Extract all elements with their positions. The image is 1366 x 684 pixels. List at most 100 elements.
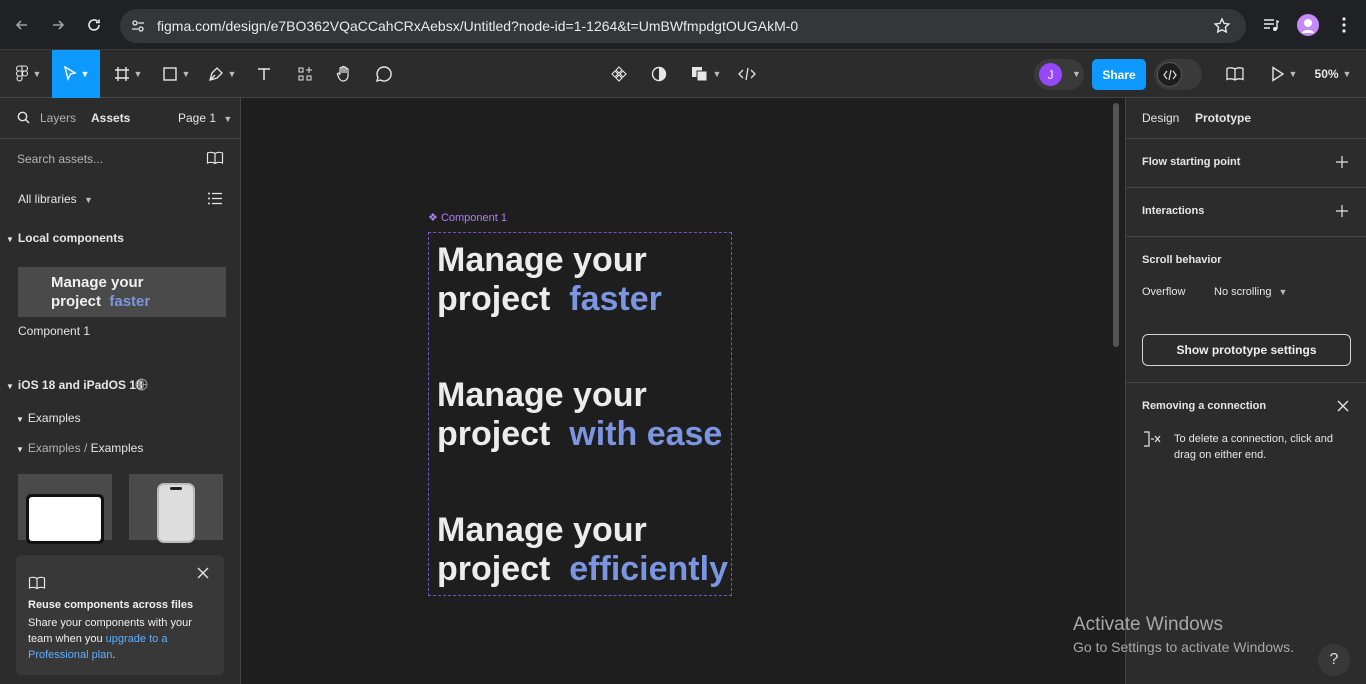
ipad-frame: [26, 494, 104, 544]
page-label: Page 1: [178, 111, 217, 125]
variant-efficiently[interactable]: Manage your project efficiently: [437, 511, 728, 589]
media-control-icon[interactable]: [1262, 16, 1280, 34]
pen-icon: [208, 67, 223, 81]
right-panel: Design Prototype Flow starting point Int…: [1125, 98, 1366, 684]
browser-bar: figma.com/design/e7BO362VQaCCahCRxAebsx/…: [0, 0, 1366, 50]
site-settings-icon[interactable]: [130, 18, 146, 34]
subgroup-parent: Examples /: [27, 441, 88, 455]
component-tool-button[interactable]: [606, 50, 632, 98]
divider: [1126, 187, 1366, 188]
interactions-label: Interactions: [1142, 205, 1205, 217]
move-tool-button[interactable]: ▼: [52, 50, 100, 98]
disconnect-icon: [1143, 431, 1161, 447]
tip-title: Removing a connection: [1142, 400, 1267, 412]
frame-tool-button[interactable]: ▼: [108, 50, 148, 98]
profile-icon[interactable]: [1297, 14, 1319, 36]
scroll-behavior-label: Scroll behavior: [1142, 254, 1222, 266]
comment-tool-button[interactable]: [372, 50, 396, 98]
component-icon: [611, 66, 627, 82]
show-prototype-settings-button[interactable]: Show prototype settings: [1142, 334, 1351, 366]
code-icon: [738, 67, 756, 81]
examples-label: Examples: [27, 411, 81, 425]
iphone-example-thumbnail[interactable]: [129, 474, 223, 543]
variant-line2: project: [437, 280, 551, 318]
variant-line1: Manage your: [437, 241, 647, 279]
thumb-line2: project: [51, 293, 102, 310]
examples-subgroup[interactable]: ▼ Examples / Examples: [16, 441, 143, 455]
help-button[interactable]: ?: [1318, 644, 1350, 676]
variant-line1: Manage your: [437, 511, 647, 549]
mask-tool-button[interactable]: [646, 50, 672, 98]
ipad-example-thumbnail[interactable]: [18, 474, 112, 544]
variant-line2: project: [437, 550, 551, 588]
iphone-frame: [157, 483, 195, 543]
list-view-icon[interactable]: [208, 192, 222, 205]
dev-mode-toggle[interactable]: [1154, 59, 1202, 90]
watermark-subtitle: Go to Settings to activate Windows.: [1073, 639, 1294, 655]
library-book-icon[interactable]: [206, 151, 224, 165]
book-icon: [1226, 67, 1244, 81]
local-components-title: Local components: [17, 231, 124, 245]
search-assets-input[interactable]: Search assets...: [17, 152, 103, 166]
page-selector[interactable]: Page 1 ▼: [178, 111, 232, 125]
browser-menu-icon[interactable]: [1336, 16, 1352, 34]
globe-icon: [135, 378, 148, 391]
bookmark-star-icon[interactable]: [1213, 17, 1231, 35]
tab-assets[interactable]: Assets: [91, 111, 130, 125]
divider: [0, 138, 240, 139]
variant-with-ease[interactable]: Manage your project with ease: [437, 376, 722, 454]
flow-starting-point-label: Flow starting point: [1142, 156, 1241, 168]
canvas-scrollbar[interactable]: [1113, 103, 1119, 347]
play-icon: [1271, 66, 1284, 82]
add-flow-icon[interactable]: [1336, 156, 1348, 168]
overflow-value: No scrolling: [1214, 286, 1272, 298]
component-thumbnail[interactable]: Manage your project faster: [18, 267, 226, 317]
search-icon[interactable]: [17, 111, 30, 124]
boolean-tool-button[interactable]: ▼: [688, 50, 724, 98]
main-menu-button[interactable]: ▼: [8, 50, 48, 98]
divider: [1126, 236, 1366, 237]
all-libraries-dropdown[interactable]: All libraries ▼: [18, 192, 93, 206]
examples-group[interactable]: ▼ Examples: [16, 411, 81, 425]
canvas[interactable]: ❖ Component 1 Manage your project faster…: [241, 98, 1125, 684]
contrast-icon: [651, 66, 667, 82]
variant-faster[interactable]: Manage your project faster: [437, 241, 662, 319]
tab-design[interactable]: Design: [1142, 111, 1179, 125]
component-set-frame[interactable]: Manage your project faster Manage your p…: [428, 232, 732, 596]
component-name[interactable]: Component 1: [18, 324, 90, 338]
avatar[interactable]: J: [1039, 63, 1062, 86]
component-label[interactable]: ❖ Component 1: [428, 211, 507, 224]
close-icon[interactable]: [197, 567, 209, 579]
resources-button[interactable]: [292, 50, 318, 98]
promo-body-end: .: [112, 649, 116, 661]
zoom-dropdown[interactable]: 50% ▼: [1310, 50, 1356, 98]
watermark-title: Activate Windows: [1073, 614, 1223, 635]
address-bar[interactable]: figma.com/design/e7BO362VQaCCahCRxAebsx/…: [120, 9, 1246, 43]
thumb-highlight: faster: [109, 293, 151, 310]
hand-tool-button[interactable]: [332, 50, 356, 98]
multiplayer-avatars[interactable]: J ▼: [1034, 59, 1084, 90]
close-icon[interactable]: [1337, 400, 1349, 412]
tab-layers[interactable]: Layers: [40, 111, 76, 125]
library-button[interactable]: [1222, 50, 1248, 98]
overflow-dropdown[interactable]: No scrolling ▼: [1214, 286, 1287, 298]
forward-icon[interactable]: [46, 13, 70, 37]
local-components-header[interactable]: ▼ Local components: [6, 231, 124, 245]
back-icon[interactable]: [10, 13, 34, 37]
pen-tool-button[interactable]: ▼: [202, 50, 242, 98]
text-tool-button[interactable]: [252, 50, 276, 98]
library-filter-label: All libraries: [18, 192, 77, 206]
figma-logo-icon: [15, 65, 28, 82]
tip-body: To delete a connection, click and drag o…: [1174, 433, 1333, 461]
activate-windows-watermark: Activate Windows Go to Settings to activ…: [1073, 614, 1294, 655]
present-button[interactable]: ▼: [1266, 50, 1302, 98]
library-section-header[interactable]: ▼ iOS 18 and iPadOS 18: [6, 378, 143, 392]
shape-tool-button[interactable]: ▼: [156, 50, 196, 98]
text-icon: [258, 68, 270, 80]
caret-down-icon: ▼: [16, 415, 24, 424]
reload-icon[interactable]: [82, 13, 106, 37]
tab-prototype[interactable]: Prototype: [1195, 111, 1251, 125]
code-tool-button[interactable]: [734, 50, 760, 98]
add-interaction-icon[interactable]: [1336, 205, 1348, 217]
share-button[interactable]: Share: [1092, 59, 1146, 90]
